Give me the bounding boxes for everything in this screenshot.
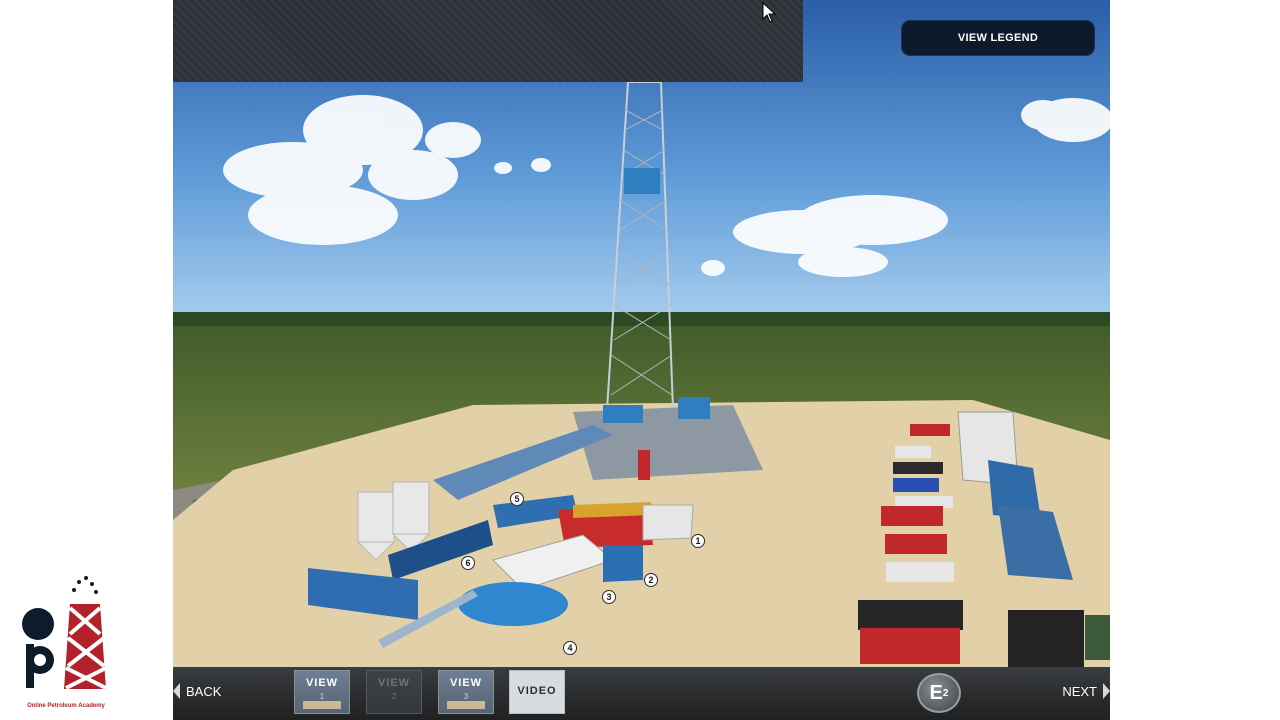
view-3-preview [447,701,485,709]
e2-letter: E [929,681,943,704]
video-thumbnail[interactable]: VIDEO [509,670,565,714]
drilling-rig-viewer: VIEW LEGEND 1 2 3 4 5 6 BACK VIEW 1 VIEW… [173,0,1110,720]
chevron-right-icon [1103,683,1110,699]
view-2-label: VIEW [377,677,411,689]
chevron-left-icon [173,683,180,699]
view-1-label: VIEW [305,677,339,689]
callout-marker-3[interactable]: 3 [602,590,616,604]
video-label: VIDEO [517,685,557,697]
next-button[interactable]: NEXT [1062,680,1110,702]
callout-marker-5[interactable]: 5 [510,492,524,506]
mouse-pointer-icon [762,2,776,23]
next-label: NEXT [1062,683,1097,699]
e2-superscript: 2 [942,687,949,699]
online-petroleum-academy-logo [22,576,107,690]
view-3-thumbnail[interactable]: VIEW 3 [438,670,494,714]
back-label: BACK [186,683,222,699]
view-1-thumbnail[interactable]: VIEW 1 [294,670,350,714]
callout-marker-1[interactable]: 1 [691,534,705,548]
view-3-label: VIEW [449,677,483,689]
view-legend-button[interactable]: VIEW LEGEND [901,20,1095,56]
callout-marker-2[interactable]: 2 [644,573,658,587]
view-2-thumbnail[interactable]: VIEW 2 [366,670,422,714]
callout-marker-4[interactable]: 4 [563,641,577,655]
callout-marker-6[interactable]: 6 [461,556,475,570]
view-1-preview [303,701,341,709]
logo-caption: Online Petroleum Academy [27,703,105,709]
view-3-number: 3 [463,692,469,701]
back-button[interactable]: BACK [173,680,221,702]
view-2-number: 2 [391,692,397,701]
top-panel-strip [173,0,803,82]
drilling-site-scene [173,0,1110,667]
e2-brand-badge: E2 [917,673,961,713]
view-1-number: 1 [319,692,325,701]
